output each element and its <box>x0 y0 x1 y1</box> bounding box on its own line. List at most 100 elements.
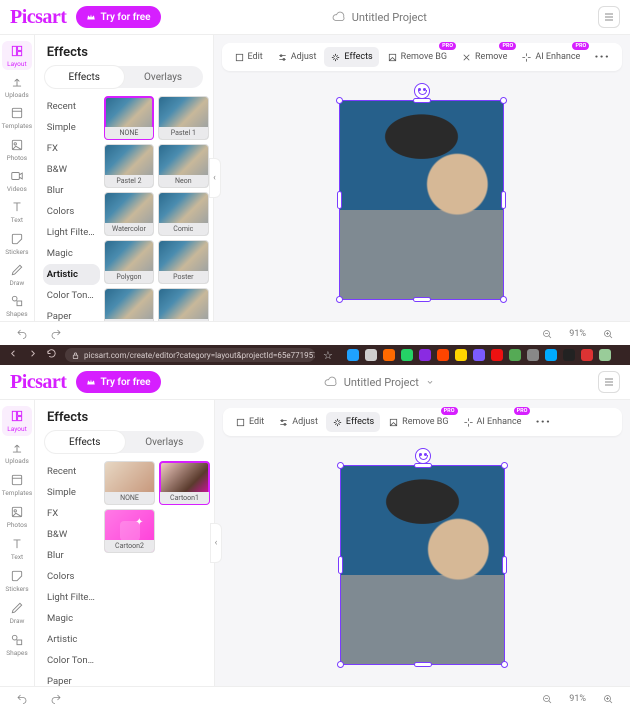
tool-adjust[interactable]: Adjust <box>271 47 323 67</box>
browser-extension-icon[interactable] <box>437 349 449 361</box>
cat-color-toning[interactable]: Color Toning <box>43 650 100 671</box>
cat-bw[interactable]: B&W <box>43 524 100 545</box>
browser-extension-icon[interactable] <box>599 349 611 361</box>
thumb-cartoon1[interactable]: Cartoon1 <box>159 461 210 505</box>
browser-extension-icon[interactable] <box>419 349 431 361</box>
selected-image[interactable] <box>340 465 505 665</box>
cat-colors[interactable]: Colors <box>43 566 100 587</box>
resize-handle-tr[interactable] <box>500 97 507 104</box>
cat-magic[interactable]: Magic <box>43 608 100 629</box>
cat-light-filters[interactable]: Light Filters <box>43 587 100 608</box>
project-title-area[interactable]: Untitled Project <box>161 10 598 24</box>
thumb-pastel-2[interactable]: Pastel 2 <box>104 144 154 188</box>
rail-item-templates[interactable]: Templates <box>2 104 32 133</box>
browser-extension-icon[interactable] <box>545 349 557 361</box>
resize-edge-left[interactable] <box>338 556 343 574</box>
redo-button[interactable] <box>44 689 68 709</box>
cat-simple[interactable]: Simple <box>43 117 100 138</box>
cat-blur[interactable]: Blur <box>43 180 100 201</box>
cat-fx[interactable]: FX <box>43 503 100 524</box>
zoom-in-button[interactable] <box>596 324 620 344</box>
resize-handle-br[interactable] <box>500 296 507 303</box>
rail-item-uploads[interactable]: Uploads <box>2 438 32 468</box>
effect-category-list[interactable]: Recent Simple FX B&W Blur Colors Light F… <box>35 94 100 321</box>
browser-extension-icon[interactable] <box>491 349 503 361</box>
zoom-in-button[interactable] <box>596 689 620 709</box>
browser-extension-icon[interactable] <box>365 349 377 361</box>
tool-remove-bg[interactable]: Remove BGPRO <box>381 47 453 67</box>
thumb-cartoon2[interactable]: Cartoon2 <box>104 509 155 553</box>
resize-handle-bl[interactable] <box>337 661 344 668</box>
cat-simple[interactable]: Simple <box>43 482 100 503</box>
browser-extension-icon[interactable] <box>473 349 485 361</box>
resize-edge-bottom[interactable] <box>414 662 432 667</box>
browser-extension-icon[interactable] <box>563 349 575 361</box>
header-menu-button[interactable] <box>598 371 620 393</box>
resize-handle-bl[interactable] <box>336 296 343 303</box>
resize-edge-bottom[interactable] <box>413 297 431 302</box>
thumb-pastel-1[interactable]: Pastel 1 <box>158 96 208 140</box>
thumb-neon[interactable]: Neon <box>158 144 208 188</box>
thumb-poster[interactable]: Poster <box>158 240 208 284</box>
thumb-polygon[interactable]: Polygon <box>104 240 154 284</box>
tab-effects[interactable]: Effects <box>45 431 125 453</box>
smiley-icon[interactable] <box>414 83 430 99</box>
tool-edit[interactable]: Edit <box>228 47 269 67</box>
tool-effects[interactable]: Effects <box>324 47 378 67</box>
browser-extension-icon[interactable] <box>347 349 359 361</box>
thumb-watercolor[interactable]: Watercolor <box>104 192 154 236</box>
rail-item-stickers[interactable]: Stickers <box>2 229 32 258</box>
bookmark-star-icon[interactable]: ☆ <box>323 349 333 362</box>
browser-extension-icon[interactable] <box>581 349 593 361</box>
thumb-extra-2[interactable] <box>158 288 208 321</box>
rail-item-text[interactable]: Text <box>2 534 32 564</box>
effect-thumbs[interactable]: NONE Pastel 1 Pastel 2 Neon Watercolor C… <box>100 94 213 321</box>
zoom-out-button[interactable] <box>535 324 559 344</box>
cat-colors[interactable]: Colors <box>43 201 100 222</box>
browser-address-bar[interactable]: picsart.com/create/editor?category=layou… <box>65 348 315 362</box>
resize-edge-top[interactable] <box>414 463 432 468</box>
rail-item-photos[interactable]: Photos <box>2 135 32 164</box>
browser-extension-icon[interactable] <box>455 349 467 361</box>
selected-image[interactable] <box>339 100 504 300</box>
rail-item-templates[interactable]: Templates <box>2 470 32 500</box>
cat-color-toning[interactable]: Color Toning <box>43 285 100 306</box>
rail-item-uploads[interactable]: Uploads <box>2 72 32 101</box>
try-for-free-button[interactable]: Try for free <box>76 371 160 393</box>
browser-extension-icon[interactable] <box>383 349 395 361</box>
rail-item-text[interactable]: Text <box>2 198 32 227</box>
resize-handle-tr[interactable] <box>501 462 508 469</box>
rail-item-layout[interactable]: Layout <box>2 41 32 70</box>
effect-thumbs[interactable]: NONE Cartoon1 Cartoon2 <box>100 459 214 686</box>
tool-edit[interactable]: Edit <box>229 412 270 432</box>
redo-button[interactable] <box>44 324 68 344</box>
effect-category-list[interactable]: Recent Simple FX B&W Blur Colors Light F… <box>35 459 100 686</box>
resize-handle-tl[interactable] <box>337 462 344 469</box>
canvas-stage[interactable] <box>214 79 630 321</box>
rail-item-photos[interactable]: Photos <box>2 502 32 532</box>
browser-extension-icon[interactable] <box>401 349 413 361</box>
project-title-area[interactable]: Untitled Project <box>161 375 598 389</box>
cat-artistic[interactable]: Artistic <box>43 629 100 650</box>
rail-item-draw[interactable]: Draw <box>2 260 32 289</box>
tool-ai-enhance[interactable]: AI EnhancePRO <box>457 412 528 432</box>
cat-artistic[interactable]: Artistic <box>43 264 100 285</box>
tool-adjust[interactable]: Adjust <box>272 412 324 432</box>
cat-bw[interactable]: B&W <box>43 159 100 180</box>
tool-more[interactable]: ··· <box>588 47 616 67</box>
resize-edge-right[interactable] <box>502 556 507 574</box>
canvas-stage[interactable] <box>215 444 630 686</box>
tab-overlays[interactable]: Overlays <box>125 431 205 453</box>
smiley-icon[interactable] <box>415 448 431 464</box>
tab-effects[interactable]: Effects <box>45 66 124 88</box>
undo-button[interactable] <box>10 324 34 344</box>
tool-effects[interactable]: Effects <box>326 412 380 432</box>
cat-light-filters[interactable]: Light Filters <box>43 222 100 243</box>
thumb-none[interactable]: NONE <box>104 461 155 505</box>
cat-magic[interactable]: Magic <box>43 243 100 264</box>
cat-recent[interactable]: Recent <box>43 96 100 117</box>
thumb-extra-1[interactable] <box>104 288 154 321</box>
rail-item-layout[interactable]: Layout <box>2 406 32 436</box>
resize-edge-right[interactable] <box>501 191 506 209</box>
tool-more[interactable]: ··· <box>529 412 557 432</box>
